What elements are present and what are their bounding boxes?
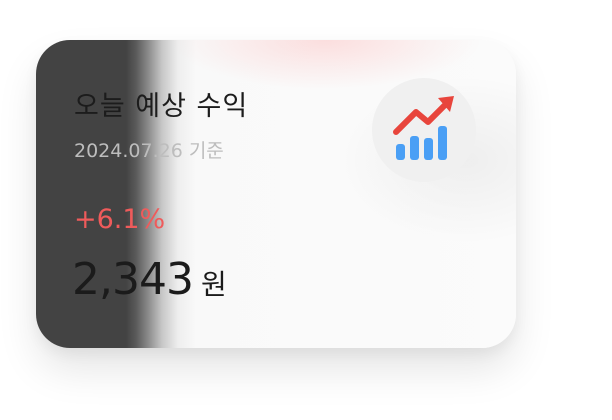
amount-value: 2,343 [72, 254, 194, 305]
icon-badge [372, 78, 476, 182]
earnings-amount: 2,343 원 [72, 254, 227, 305]
change-percent: +6.1% [74, 204, 166, 235]
chart-trending-up-icon [393, 96, 454, 160]
bar-2 [410, 136, 419, 160]
card-title: 오늘 예상 수익 [74, 91, 249, 122]
bar-1 [396, 144, 405, 160]
bar-4 [438, 126, 447, 160]
expected-earnings-card[interactable]: 오늘 예상 수익 2024.07.26 기준 +6.1% 2,343 원 [36, 40, 516, 348]
screen: 오늘 예상 수익 2024.07.26 기준 +6.1% 2,343 원 [0, 0, 612, 420]
currency-unit: 원 [200, 268, 227, 301]
bar-3 [424, 138, 433, 160]
date-label: 2024.07.26 기준 [74, 140, 224, 162]
